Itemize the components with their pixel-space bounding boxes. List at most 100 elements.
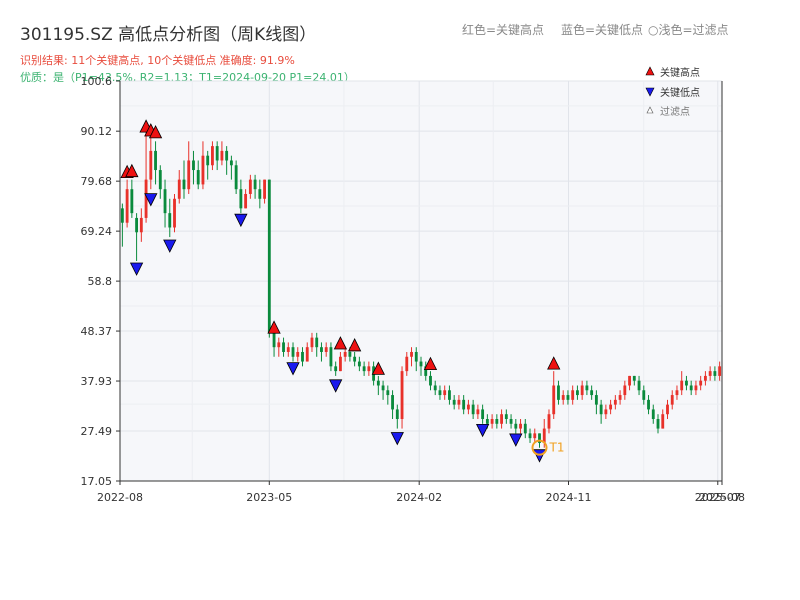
- candle-body: [561, 395, 565, 400]
- candle-body: [234, 165, 238, 190]
- candle-body: [485, 419, 489, 424]
- candle-body: [173, 198, 176, 228]
- x-tick-label: 2022-08: [97, 491, 143, 504]
- candle-body: [244, 193, 248, 209]
- candle-body: [642, 390, 646, 400]
- y-tick-label: 17.05: [81, 475, 113, 488]
- candle-body: [557, 385, 560, 400]
- candle-body: [386, 390, 390, 396]
- candle-body: [258, 189, 262, 199]
- candle-body: [381, 385, 385, 391]
- candle-body: [438, 390, 442, 396]
- candle-body: [391, 395, 394, 410]
- candle-body: [666, 404, 669, 415]
- candle-body: [476, 409, 480, 415]
- candle-body: [120, 208, 124, 223]
- candle-body: [632, 375, 636, 381]
- candle-body: [405, 356, 409, 372]
- candle-body: [192, 160, 195, 171]
- candle-body: [547, 414, 551, 429]
- candle-body: [466, 404, 470, 410]
- candle-body: [528, 433, 532, 439]
- legend-high-icon: [645, 66, 655, 76]
- candle-body: [187, 160, 191, 190]
- candle-body: [400, 371, 404, 420]
- y-tick-label: 37.93: [81, 375, 113, 388]
- candle-body: [220, 150, 224, 161]
- candle-body: [286, 347, 290, 352]
- candle-body: [628, 375, 631, 386]
- candle-body: [315, 337, 319, 348]
- candle-body: [139, 217, 143, 233]
- candle-body: [613, 399, 617, 405]
- candle-body: [168, 213, 172, 228]
- candle-body: [452, 399, 456, 405]
- candle-body: [253, 179, 257, 190]
- y-tick-label: 58.8: [88, 275, 113, 288]
- candle-body: [348, 351, 352, 357]
- y-tick-label: 27.49: [81, 425, 113, 438]
- y-tick-label: 79.68: [81, 175, 113, 188]
- legend-label: 关键高点: [660, 66, 700, 79]
- candle-body: [599, 404, 603, 415]
- candle-body: [519, 423, 522, 429]
- candle-body: [675, 390, 679, 396]
- candle-body: [282, 342, 285, 352]
- candle-body: [490, 419, 494, 424]
- candle-body: [353, 356, 357, 362]
- candle-body: [661, 414, 665, 429]
- candle-body: [481, 409, 485, 420]
- candle-body: [301, 351, 304, 362]
- candle-body: [225, 150, 229, 161]
- candle-body: [376, 380, 380, 386]
- candle-body: [576, 390, 579, 396]
- candle-body: [448, 390, 451, 400]
- candle-body: [362, 366, 366, 372]
- candle-body: [708, 371, 712, 376]
- candle-body: [177, 179, 181, 199]
- candle-body: [239, 189, 243, 209]
- candle-body: [135, 217, 139, 233]
- candle-body: [419, 361, 423, 367]
- candle-body: [158, 170, 162, 190]
- candle-body: [248, 179, 252, 194]
- candle-body: [263, 179, 266, 199]
- x-tick-label: 2024-02: [396, 491, 442, 504]
- candle-body: [196, 170, 200, 185]
- candle-body: [367, 366, 371, 372]
- candle-body: [206, 155, 210, 166]
- candle-body: [272, 332, 276, 348]
- candle-body: [310, 337, 314, 348]
- candle-body: [609, 404, 613, 410]
- candle-body: [462, 399, 466, 410]
- candle-body: [509, 419, 513, 424]
- candle-body: [296, 351, 300, 357]
- candle-body: [433, 385, 437, 391]
- y-tick-label: 90.12: [81, 125, 113, 138]
- y-tick-label: 69.24: [81, 225, 113, 238]
- candle-body: [571, 390, 575, 400]
- candle-body: [338, 356, 342, 372]
- candle-body: [495, 419, 499, 424]
- candle-body: [500, 414, 504, 424]
- candle-body: [718, 366, 722, 376]
- candle-body: [685, 380, 688, 386]
- candle-body: [651, 409, 655, 420]
- candle-body: [656, 419, 660, 429]
- candle-body: [149, 150, 153, 180]
- candle-body: [324, 347, 328, 352]
- candle-body: [533, 433, 537, 439]
- candle-body: [343, 351, 347, 357]
- candle-body: [623, 385, 627, 396]
- candle-body: [703, 375, 707, 381]
- candle-body: [215, 146, 219, 161]
- candle-body: [154, 150, 157, 171]
- candle-body: [395, 409, 399, 420]
- candle-body: [320, 347, 323, 352]
- x-tick-label: 2023-05: [246, 491, 292, 504]
- t1-label: T1: [549, 441, 565, 455]
- candle-body: [130, 189, 134, 214]
- candle-body: [277, 342, 281, 348]
- y-tick-label: 100.6: [81, 75, 113, 88]
- candle-body: [457, 399, 461, 405]
